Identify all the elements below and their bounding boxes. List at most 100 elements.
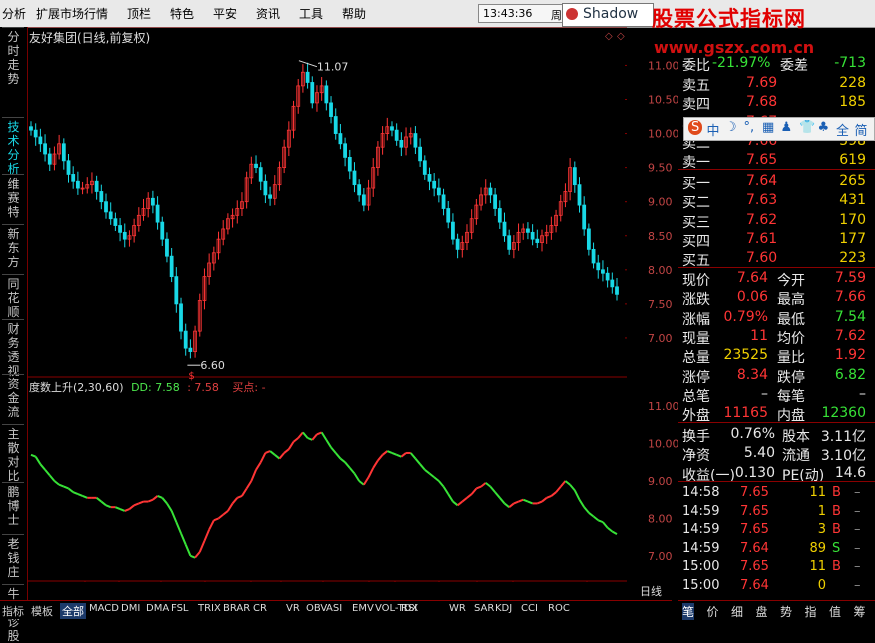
indicator-tab-dma[interactable]: DMA [146,603,169,614]
sidebar-tab-5[interactable]: 财务透视 [0,322,27,378]
tab-indicators[interactable]: 指标 [2,603,24,619]
menu-analysis[interactable]: 分析 [2,5,26,22]
trade-side: B [832,559,841,575]
quote-tab-7[interactable]: 筹 [854,603,866,620]
indicator-tab-vr[interactable]: VR [286,603,300,614]
quote-tab-5[interactable]: 指 [805,603,817,620]
indicator-tab-obv[interactable]: OBV [306,603,327,614]
indicator-tab-cr[interactable]: CR [253,603,267,614]
dd-line-segment [255,461,262,471]
dd-line-segment [409,452,417,460]
floating-toolbar: S 中 ☽ °, ▦ ♟ 👕 ♣ 全简 [683,117,875,141]
sidebar-tab-3[interactable]: 新东方 [0,227,27,269]
dd-line-segment [265,450,271,454]
indicator-tab-sar[interactable]: SAR [474,603,494,614]
indicator-tab-wr[interactable]: WR [449,603,466,614]
chart-diamond-icon[interactable]: ◇ [605,31,613,42]
sidebar-tab-9[interactable]: 老钱庄 [0,537,27,579]
sidebar-tab-0[interactable]: 分时走势 [0,30,27,86]
dd-line-segment [396,453,402,458]
sidebar-tab-7[interactable]: 主散对比 [0,427,27,483]
quote-tab-4[interactable]: 势 [780,603,792,620]
clover-icon[interactable]: ♣ [818,120,830,135]
indicator-tab-emv[interactable]: EMV [352,603,374,614]
dd-line-segment [119,508,126,512]
sidebar-tab-6[interactable]: 资金流 [0,377,27,419]
menu-extended-market[interactable]: 扩展市场行情 [36,5,108,22]
dd-line-segment [419,463,426,471]
keyboard-icon[interactable]: ▦ [762,120,774,135]
sidebar-tab-2[interactable]: 维赛特 [0,177,27,219]
quote-tab-2[interactable]: 细 [731,603,743,620]
menu-top-bar[interactable]: 顶栏 [127,5,151,22]
shirt-icon[interactable]: 👕 [799,120,815,135]
sidebar-tab-1[interactable]: 技术分析 [0,120,27,176]
candle-body [586,228,591,250]
tab-templates[interactable]: 模板 [31,603,53,619]
candle-body [268,194,272,199]
menu-tools[interactable]: 工具 [299,5,323,22]
menu-help[interactable]: 帮助 [342,5,366,22]
chart-canvas[interactable]: ◇◇11.076.60$2013年4567891011122345 [27,27,627,582]
indicator-tab-brar[interactable]: BRAR [223,603,250,614]
quote-tab-1[interactable]: 价 [707,603,719,620]
sidebar-tab-4[interactable]: 同花顺 [0,277,27,319]
dd-line-segment [96,497,102,503]
quote-tab-6[interactable]: 值 [829,603,841,620]
menu-news[interactable]: 资讯 [256,5,280,22]
dd-line-segment [325,439,332,448]
indicator-tab-rsi[interactable]: RSI [401,603,417,614]
indicator-tab-cci[interactable]: CCI [521,603,538,614]
sidebar-tab-8[interactable]: 鹏博士 [0,485,27,527]
chinese-mode-icon[interactable]: 中 [707,120,720,139]
quote-tab-3[interactable]: 盘 [756,603,768,620]
indicator-tab-kdj[interactable]: KDJ [495,603,512,614]
dd-line-segment [480,482,487,488]
indicator-dd2: : 7.58 [187,381,219,394]
user-icon[interactable]: ♟ [781,120,793,135]
dd-line-segment [213,517,219,522]
stat-value: 11165 [723,405,768,422]
dd-line-segment [231,497,239,505]
indicator-tab-macd[interactable]: MACD [89,603,119,614]
dd-line-segment [53,480,60,486]
dd-line-segment [414,457,421,465]
punctuation-icon[interactable]: °, [744,120,755,135]
candle-body [596,262,601,271]
menu-pingan[interactable]: 平安 [213,5,237,22]
dd-line-segment [124,508,130,512]
tab-all[interactable]: 全部 [60,603,86,619]
dd-line-segment [236,495,243,499]
sogou-logo-icon[interactable]: S [688,120,703,135]
indicator-tab-trix[interactable]: TRIX [198,603,221,614]
stat-value-2: 7.59 [834,270,866,286]
candle-body [258,167,263,182]
dd-line-segment [597,519,604,524]
moon-icon[interactable]: ☽ [725,120,737,135]
price-axis-label: 11.00 [648,59,678,72]
candle-body [99,191,104,203]
trade-time: 15:00 [682,559,720,575]
menu-features[interactable]: 特色 [170,5,194,22]
chart-close-icon[interactable]: ◇ [617,31,625,42]
period-label[interactable]: 日线 [640,583,662,599]
dd-line-segment [170,510,178,523]
dd-line-segment [278,452,285,460]
indicator-tab-fsl[interactable]: FSL [171,603,189,614]
stat-value: 8.34 [736,366,768,383]
indicator-tab-dmi[interactable]: DMI [121,603,140,614]
simplified-icon[interactable]: 简 [855,120,868,139]
shadow-box[interactable]: Shadow [562,3,654,27]
fullwidth-icon[interactable]: 全 [836,120,849,139]
stat-label-2: 今开 [777,273,805,289]
chart-area[interactable]: ◇◇11.076.60$2013年4567891011122345 友好集团(日… [27,27,627,582]
indicator-axis-label: 10.00 [648,438,678,451]
bid-price: 7.62 [746,211,778,228]
indicator-tab-asi[interactable]: ASI [326,603,342,614]
candle-body [66,160,71,175]
indicator-tab-roc[interactable]: ROC [548,603,570,614]
candle-body [75,180,80,189]
quote-tab-0[interactable]: 笔 [682,603,695,620]
dd-line-segment [536,500,543,505]
trade-time: 14:59 [682,540,720,556]
